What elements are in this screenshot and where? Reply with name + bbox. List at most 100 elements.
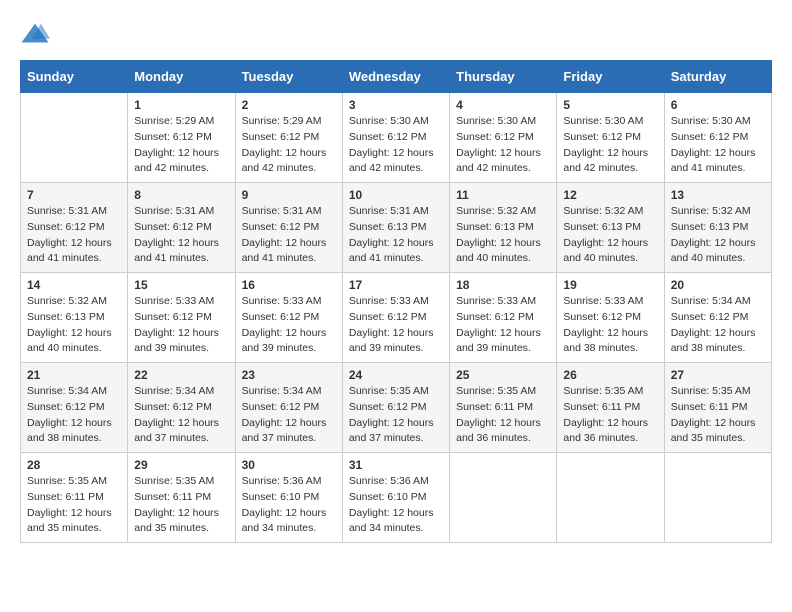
daylight: Daylight: 12 hours and 37 minutes. bbox=[349, 417, 434, 445]
calendar-cell: 15 Sunrise: 5:33 AM Sunset: 6:12 PM Dayligh… bbox=[128, 273, 235, 363]
calendar-week-2: 7Sunrise: 5:31 AMSunset: 6:12 PMDaylight… bbox=[21, 183, 772, 273]
day-info: Sunrise: 5:32 AMSunset: 6:13 PMDaylight:… bbox=[27, 294, 121, 357]
day-number: 14 bbox=[27, 278, 121, 292]
day-number: 22 bbox=[134, 368, 228, 382]
calendar-cell: 25Sunrise: 5:35 AMSunset: 6:11 PMDayligh… bbox=[450, 363, 557, 453]
calendar-cell: 5Sunrise: 5:30 AMSunset: 6:12 PMDaylight… bbox=[557, 93, 664, 183]
sunset: Sunset: 6:12 PM bbox=[27, 401, 105, 413]
logo-icon bbox=[20, 20, 50, 50]
day-info: Sunrise: 5:34 AMSunset: 6:12 PMDaylight:… bbox=[671, 294, 765, 357]
calendar-cell: 31 Sunrise: 5:36 AMSunset: 6:10 PMDayligh… bbox=[342, 453, 449, 543]
column-header-monday: Monday bbox=[128, 61, 235, 93]
day-number: 5 bbox=[563, 98, 657, 112]
day-info: Sunrise: 5:30 AMSunset: 6:12 PMDaylight:… bbox=[671, 114, 765, 177]
sunrise: Sunrise: 5:30 AM bbox=[563, 115, 643, 127]
daylight: Daylight: 12 hours and 41 minutes. bbox=[134, 237, 219, 265]
calendar-cell: 6 Sunrise: 5:30 AMSunset: 6:12 PMDaylight… bbox=[664, 93, 771, 183]
day-number: 7 bbox=[27, 188, 121, 202]
day-info: Sunrise: 5:33 AM Sunset: 6:12 PM Daylight:… bbox=[134, 294, 228, 357]
sunrise: Sunrise: 5:35 AM bbox=[671, 385, 751, 397]
sunrise: Sunrise: 5:35 AM bbox=[134, 475, 214, 487]
sunrise: Sunrise: 5:33 AM bbox=[456, 295, 536, 307]
calendar-cell bbox=[21, 93, 128, 183]
sunset: Sunset: 6:10 PM bbox=[242, 491, 320, 503]
day-info: Sunrise: 5:33 AMSunset: 6:12 PMDaylight:… bbox=[349, 294, 443, 357]
calendar-cell: 14 Sunrise: 5:32 AMSunset: 6:13 PMDayligh… bbox=[21, 273, 128, 363]
sunrise: Sunrise: 5:35 AM bbox=[456, 385, 536, 397]
calendar-cell: 22 Sunrise: 5:34 AMSunset: 6:12 PMDayligh… bbox=[128, 363, 235, 453]
daylight: Daylight: 12 hours and 34 minutes. bbox=[349, 507, 434, 535]
daylight: Daylight: 12 hours and 40 minutes. bbox=[671, 237, 756, 265]
day-number: 19 bbox=[563, 278, 657, 292]
sunset: Sunset: 6:12 PM bbox=[242, 221, 320, 233]
sunset: Sunset: 6:12 PM bbox=[349, 311, 427, 323]
day-info: Sunrise: 5:29 AMSunset: 6:12 PMDaylight:… bbox=[242, 114, 336, 177]
daylight: Daylight: 12 hours and 42 minutes. bbox=[349, 147, 434, 175]
day-number: 9 bbox=[242, 188, 336, 202]
calendar-header-row: SundayMondayTuesdayWednesdayThursdayFrid… bbox=[21, 61, 772, 93]
day-info: Sunrise: 5:31 AMSunset: 6:12 PMDaylight:… bbox=[27, 204, 121, 267]
day-info: Sunrise: 5:31 AMSunset: 6:12 PMDaylight:… bbox=[134, 204, 228, 267]
sunset: Sunset: 6:11 PM bbox=[134, 491, 211, 503]
calendar-cell: 12 Sunrise: 5:32 AMSunset: 6:13 PMDayligh… bbox=[557, 183, 664, 273]
sunset: Sunset: 6:13 PM bbox=[27, 311, 105, 323]
calendar-cell: 17 Sunrise: 5:33 AMSunset: 6:12 PMDayligh… bbox=[342, 273, 449, 363]
daylight: Daylight: 12 hours and 40 minutes. bbox=[456, 237, 541, 265]
sunrise: Sunrise: 5:31 AM bbox=[242, 205, 322, 217]
day-info: Sunrise: 5:32 AMSunset: 6:13 PMDaylight:… bbox=[563, 204, 657, 267]
calendar-cell bbox=[450, 453, 557, 543]
day-info: Sunrise: 5:30 AMSunset: 6:12 PMDaylight:… bbox=[456, 114, 550, 177]
day-info: Sunrise: 5:35 AMSunset: 6:11 PMDaylight:… bbox=[563, 384, 657, 447]
logo bbox=[20, 20, 56, 50]
calendar-cell: 4 Sunrise: 5:30 AMSunset: 6:12 PMDaylight… bbox=[450, 93, 557, 183]
day-info: Sunrise: 5:36 AMSunset: 6:10 PMDaylight:… bbox=[349, 474, 443, 537]
day-number: 12 bbox=[563, 188, 657, 202]
calendar-cell: 27Sunrise: 5:35 AMSunset: 6:11 PMDayligh… bbox=[664, 363, 771, 453]
sunrise: Sunrise: 5:30 AM bbox=[671, 115, 751, 127]
day-number: 2 bbox=[242, 98, 336, 112]
daylight: Daylight: 12 hours and 37 minutes. bbox=[242, 417, 327, 445]
day-number: 17 bbox=[349, 278, 443, 292]
day-number: 15 bbox=[134, 278, 228, 292]
sunrise: Sunrise: 5:35 AM bbox=[27, 475, 107, 487]
daylight: Daylight: 12 hours and 38 minutes. bbox=[563, 327, 648, 355]
day-info: Sunrise: 5:35 AMSunset: 6:11 PMDaylight:… bbox=[27, 474, 121, 537]
calendar-cell bbox=[664, 453, 771, 543]
day-info: Sunrise: 5:34 AMSunset: 6:12 PMDaylight:… bbox=[134, 384, 228, 447]
calendar-cell: 8Sunrise: 5:31 AMSunset: 6:12 PMDaylight… bbox=[128, 183, 235, 273]
daylight: Daylight: 12 hours and 39 minutes. bbox=[134, 327, 219, 355]
sunset: Sunset: 6:13 PM bbox=[349, 221, 427, 233]
calendar-week-4: 21Sunrise: 5:34 AMSunset: 6:12 PMDayligh… bbox=[21, 363, 772, 453]
day-info: Sunrise: 5:33 AMSunset: 6:12 PMDaylight:… bbox=[563, 294, 657, 357]
calendar-cell bbox=[557, 453, 664, 543]
sunrise: Sunrise: 5:34 AM bbox=[134, 385, 214, 397]
day-info: Sunrise: 5:29 AMSunset: 6:12 PMDaylight:… bbox=[134, 114, 228, 177]
daylight: Daylight: 12 hours and 42 minutes. bbox=[563, 147, 648, 175]
day-info: Sunrise: 5:32 AMSunset: 6:13 PMDaylight:… bbox=[456, 204, 550, 267]
calendar-cell: 21Sunrise: 5:34 AMSunset: 6:12 PMDayligh… bbox=[21, 363, 128, 453]
sunrise: Sunrise: 5:31 AM bbox=[27, 205, 107, 217]
calendar-cell: 29Sunrise: 5:35 AMSunset: 6:11 PMDayligh… bbox=[128, 453, 235, 543]
sunset: Sunset: 6:12 PM bbox=[242, 131, 320, 143]
calendar-table: SundayMondayTuesdayWednesdayThursdayFrid… bbox=[20, 60, 772, 543]
calendar-cell: 30Sunrise: 5:36 AMSunset: 6:10 PMDayligh… bbox=[235, 453, 342, 543]
sunset: Sunset: 6:12 PM bbox=[134, 221, 212, 233]
day-info: Sunrise: 5:34 AMSunset: 6:12 PMDaylight:… bbox=[27, 384, 121, 447]
column-header-sunday: Sunday bbox=[21, 61, 128, 93]
sunrise: Sunrise: 5:32 AM bbox=[671, 205, 751, 217]
day-number: 1 bbox=[134, 98, 228, 112]
day-number: 30 bbox=[242, 458, 336, 472]
day-number: 6 bbox=[671, 98, 765, 112]
sunrise: Sunrise: 5:33 AM bbox=[134, 295, 214, 307]
sunset: Sunset: 6:12 PM bbox=[134, 311, 212, 323]
day-info: Sunrise: 5:31 AMSunset: 6:13 PMDaylight:… bbox=[349, 204, 443, 267]
calendar-cell: 11Sunrise: 5:32 AMSunset: 6:13 PMDayligh… bbox=[450, 183, 557, 273]
sunset: Sunset: 6:13 PM bbox=[456, 221, 534, 233]
daylight: Daylight: 12 hours and 39 minutes. bbox=[242, 327, 327, 355]
calendar-cell: 7 Sunrise: 5:31 AMSunset: 6:12 PMDaylight… bbox=[21, 183, 128, 273]
sunrise: Sunrise: 5:35 AM bbox=[563, 385, 643, 397]
day-number: 4 bbox=[456, 98, 550, 112]
column-header-friday: Friday bbox=[557, 61, 664, 93]
calendar-cell: 16Sunrise: 5:33 AMSunset: 6:12 PMDayligh… bbox=[235, 273, 342, 363]
day-number: 31 bbox=[349, 458, 443, 472]
